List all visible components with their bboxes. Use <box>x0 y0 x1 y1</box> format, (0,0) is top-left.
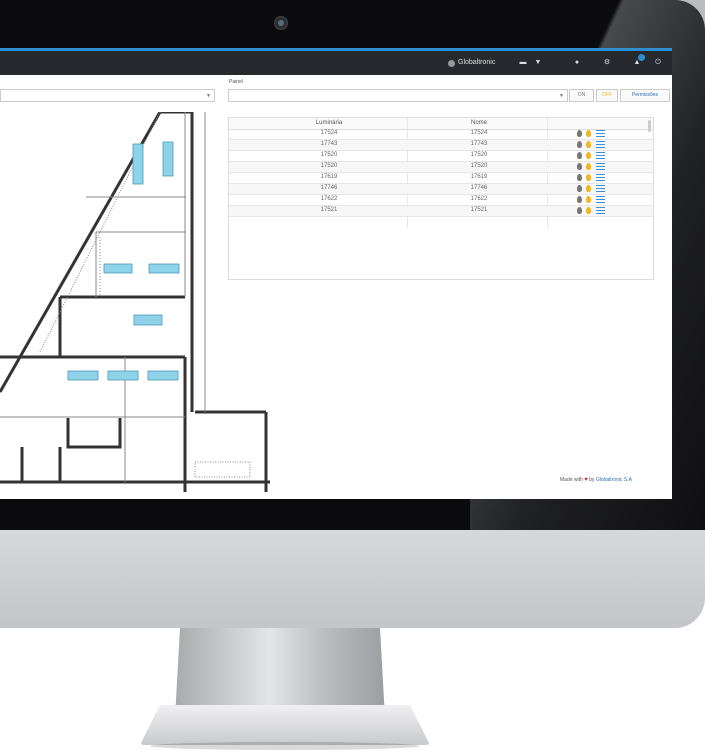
table-row[interactable]: 17619 17619 <box>229 173 653 184</box>
info-icon[interactable]: ● <box>570 56 584 70</box>
cell-luminaria: 17520 <box>320 152 338 158</box>
room-light-fixture <box>132 143 144 185</box>
permissions-button[interactable]: Permissões <box>620 89 670 102</box>
footer-company-link[interactable]: Globaltronic S.A <box>596 477 632 483</box>
cell-nome: 17743 <box>470 141 488 147</box>
details-list-icon[interactable] <box>596 130 605 137</box>
stairs <box>194 461 251 478</box>
light-on-icon[interactable] <box>586 141 591 148</box>
chevron-down-icon[interactable]: ▼ <box>531 56 545 70</box>
cell-luminaria: 17746 <box>320 185 338 191</box>
brand-name: Globaltronic <box>458 59 496 66</box>
chevron-down-icon: ▼ <box>559 93 564 99</box>
light-off-icon[interactable] <box>577 207 582 214</box>
details-list-icon[interactable] <box>596 174 605 181</box>
brand-menu[interactable]: Globaltronic <box>448 56 495 71</box>
table-row[interactable]: 17520 17520 <box>229 151 653 162</box>
details-list-icon[interactable] <box>596 141 605 148</box>
details-list-icon[interactable] <box>596 163 605 170</box>
details-list-icon[interactable] <box>596 196 605 203</box>
room-light-fixture <box>162 141 174 177</box>
app-screen: Globaltronic ▬ ▼ ● ⚙ ▲ ⏻ ▼ Painel ▼ ON O… <box>0 48 672 499</box>
light-off-icon[interactable] <box>577 196 582 203</box>
light-off-icon[interactable] <box>577 130 582 137</box>
cell-nome: 17520 <box>470 163 488 169</box>
globaltronic-logo-icon <box>448 59 455 67</box>
webcam-icon <box>274 16 288 30</box>
cogs-icon[interactable]: ⚙ <box>600 56 614 70</box>
off-button[interactable]: OFF <box>596 89 618 102</box>
room-light-fixture <box>107 370 139 381</box>
heart-icon: ♥ <box>584 477 588 483</box>
cell-luminaria: 17521 <box>320 207 338 213</box>
on-button[interactable]: ON <box>569 89 594 102</box>
room-light-fixture <box>103 263 133 274</box>
chevron-down-icon: ▼ <box>206 93 211 99</box>
light-on-icon[interactable] <box>586 174 591 181</box>
top-navbar: Globaltronic ▬ ▼ ● ⚙ ▲ ⏻ <box>0 48 672 75</box>
luminaires-table: Luminária Nome 17524 17524 17743 17743 1… <box>228 117 654 280</box>
light-off-icon[interactable] <box>577 185 582 192</box>
monitor-chin <box>0 530 705 628</box>
column-header-nome[interactable]: Nome <box>419 120 539 126</box>
footer-credit: Made with ♥ by Globaltronic S.A <box>560 477 632 483</box>
cell-nome: 17524 <box>470 130 488 136</box>
light-off-icon[interactable] <box>577 141 582 148</box>
left-filter-select[interactable]: ▼ <box>0 89 215 102</box>
cell-nome: 17521 <box>470 207 488 213</box>
cell-nome: 17520 <box>470 152 488 158</box>
cell-nome: 17619 <box>470 174 488 180</box>
monitor-base <box>140 705 430 745</box>
light-on-icon[interactable] <box>586 207 591 214</box>
room-light-fixture <box>67 370 99 381</box>
table-row[interactable]: 17521 17521 <box>229 206 653 217</box>
table-row[interactable]: 17746 17746 <box>229 184 653 195</box>
monitor-stand <box>175 628 385 718</box>
light-off-icon[interactable] <box>577 174 582 181</box>
table-row[interactable]: 17524 17524 <box>229 129 653 140</box>
light-on-icon[interactable] <box>586 130 591 137</box>
light-off-icon[interactable] <box>577 152 582 159</box>
panel-label: Painel <box>229 79 243 85</box>
details-list-icon[interactable] <box>596 207 605 214</box>
details-list-icon[interactable] <box>596 185 605 192</box>
cell-luminaria: 17520 <box>320 163 338 169</box>
room-light-fixture <box>133 314 163 326</box>
footer-by: by <box>589 477 595 483</box>
room-light-fixture <box>147 370 179 381</box>
cell-nome: 17622 <box>470 196 488 202</box>
panel-select[interactable]: ▼ <box>228 89 568 102</box>
table-row[interactable]: 17743 17743 <box>229 140 653 151</box>
cell-luminaria: 17622 <box>320 196 338 202</box>
room-light-fixture <box>148 263 180 274</box>
cell-nome: 17746 <box>470 185 488 191</box>
notification-badge <box>638 54 645 61</box>
column-header-luminaria[interactable]: Luminária <box>269 120 389 126</box>
light-on-icon[interactable] <box>586 196 591 203</box>
light-on-icon[interactable] <box>586 185 591 192</box>
footer-made-with: Made with <box>560 477 583 483</box>
floor-plan-wall <box>66 418 122 449</box>
light-on-icon[interactable] <box>586 163 591 170</box>
cell-luminaria: 17524 <box>320 130 338 136</box>
table-row[interactable]: 17520 17520 <box>229 162 653 173</box>
camera-icon[interactable]: ▬ <box>516 56 530 70</box>
cell-luminaria: 17743 <box>320 141 338 147</box>
floor-plan-wall <box>20 447 62 484</box>
monitor-base-shadow <box>150 742 420 750</box>
light-off-icon[interactable] <box>577 163 582 170</box>
details-list-icon[interactable] <box>596 152 605 159</box>
power-icon[interactable]: ⏻ <box>651 56 665 70</box>
cell-luminaria: 17619 <box>320 174 338 180</box>
light-on-icon[interactable] <box>586 152 591 159</box>
table-row[interactable]: 17622 17622 <box>229 195 653 206</box>
